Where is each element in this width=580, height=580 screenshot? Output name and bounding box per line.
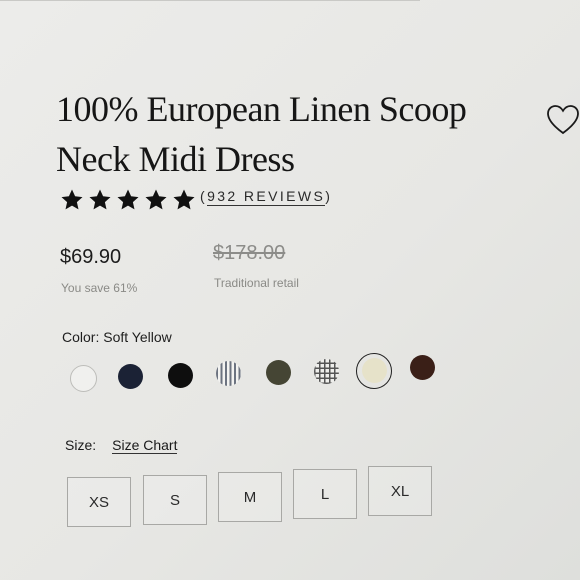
size-xl-button[interactable]: XL bbox=[368, 466, 432, 516]
rating-row: (932 REVIEWS) bbox=[60, 188, 332, 212]
reviews-open: ( bbox=[200, 188, 208, 204]
swatch-brown[interactable] bbox=[410, 355, 435, 380]
heart-icon[interactable] bbox=[546, 104, 580, 136]
star-icon bbox=[173, 189, 195, 210]
swatch-gingham[interactable] bbox=[314, 359, 339, 384]
size-l-button[interactable]: L bbox=[293, 469, 357, 519]
size-m-button[interactable]: M bbox=[218, 472, 282, 522]
swatch-olive[interactable] bbox=[266, 360, 291, 385]
size-label: Size: bbox=[65, 437, 97, 453]
swatch-black[interactable] bbox=[168, 363, 193, 388]
product-title: 100% European Linen Scoop Neck Midi Dres… bbox=[56, 89, 467, 179]
size-row: Size: Size Chart bbox=[65, 437, 178, 454]
retail-price: $178.00 bbox=[213, 242, 286, 264]
savings-text: You save 61% bbox=[61, 281, 138, 295]
color-label: Color: Soft Yellow bbox=[62, 329, 172, 345]
swatch-soft-yellow[interactable] bbox=[362, 358, 387, 383]
size-xs-button[interactable]: XS bbox=[67, 477, 131, 527]
reviews-close: ) bbox=[325, 188, 333, 204]
star-icon bbox=[145, 189, 167, 210]
swatch-white[interactable] bbox=[70, 365, 97, 392]
star-icon bbox=[61, 189, 83, 210]
swatch-stripe[interactable] bbox=[216, 361, 241, 386]
size-s-button[interactable]: S bbox=[143, 475, 207, 525]
reviews-link[interactable]: (932 REVIEWS) bbox=[200, 188, 333, 206]
top-divider bbox=[0, 0, 420, 1]
retail-label: Traditional retail bbox=[214, 276, 299, 290]
star-icon bbox=[89, 189, 111, 210]
color-swatches bbox=[68, 353, 448, 398]
star-icon bbox=[117, 189, 139, 210]
size-chart-link[interactable]: Size Chart bbox=[112, 437, 178, 454]
swatch-navy[interactable] bbox=[118, 364, 143, 389]
reviews-count: 932 REVIEWS bbox=[207, 188, 326, 206]
star-rating bbox=[60, 188, 196, 212]
sale-price: $69.90 bbox=[60, 246, 122, 268]
